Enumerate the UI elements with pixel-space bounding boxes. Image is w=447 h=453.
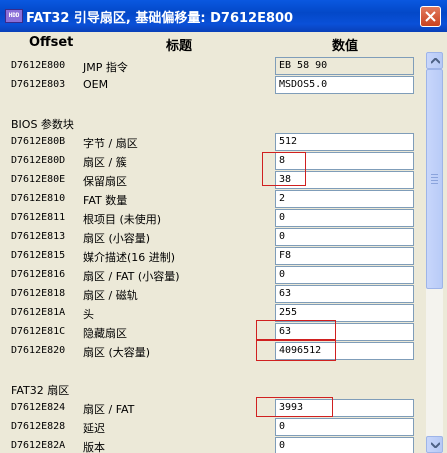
highlight-box-sectors-per-fat — [256, 397, 333, 417]
field-row: D7612E803 OEM MSDOS5.0 — [4, 76, 426, 95]
title-bar: HDD FAT32 引导扇区, 基础偏移量: D7612E800 — [0, 0, 447, 32]
field-title: 隐藏扇区 — [83, 327, 127, 340]
field-title: FAT 数量 — [83, 194, 128, 207]
field-row: D7612E820 扇区 (大容量) 4096512 — [4, 342, 426, 361]
field-value[interactable]: 2 — [275, 190, 414, 208]
field-title: 扇区 / FAT (小容量) — [83, 270, 180, 283]
close-icon — [425, 11, 436, 22]
field-title: 扇区 / 磁轨 — [83, 289, 138, 302]
field-row: D7612E818 扇区 / 磁轨 63 — [4, 285, 426, 304]
dialog-body: Offset 标题 数值 D7612E800 JMP 指令 EB 58 90 D… — [4, 32, 443, 453]
window-title: FAT32 引导扇区, 基础偏移量: D7612E800 — [26, 11, 294, 26]
field-value[interactable]: 0 — [275, 209, 414, 227]
field-offset: D7612E828 — [11, 421, 66, 432]
field-title: 根项目 (未使用) — [83, 213, 162, 226]
field-offset: D7612E824 — [11, 402, 66, 413]
field-row: D7612E810 FAT 数量 2 — [4, 190, 426, 209]
field-row: D7612E80D 扇区 / 簇 8 — [4, 152, 426, 171]
section-label-fat32: FAT32 扇区 — [11, 384, 70, 397]
field-row: D7612E813 扇区 (小容量) 0 — [4, 228, 426, 247]
field-offset: D7612E815 — [11, 250, 66, 261]
field-row: D7612E816 扇区 / FAT (小容量) 0 — [4, 266, 426, 285]
field-title: 扇区 / FAT — [83, 403, 135, 416]
field-offset: D7612E81C — [11, 326, 66, 337]
field-offset: D7612E800 — [11, 60, 66, 71]
scroll-down-arrow-icon — [431, 442, 440, 448]
field-row: D7612E811 根项目 (未使用) 0 — [4, 209, 426, 228]
field-value[interactable]: 0 — [275, 418, 414, 436]
field-offset: D7612E80D — [11, 155, 66, 166]
highlight-box-cluster-reserved — [262, 152, 306, 186]
field-offset: D7612E810 — [11, 193, 66, 204]
field-row: D7612E800 JMP 指令 EB 58 90 — [4, 57, 426, 76]
field-title: 扇区 / 簇 — [83, 156, 127, 169]
field-offset: D7612E80B — [11, 136, 66, 147]
field-title: 扇区 (大容量) — [83, 346, 151, 359]
field-value[interactable]: 0 — [275, 266, 414, 284]
scroll-up-button[interactable] — [426, 52, 443, 69]
field-value[interactable]: 512 — [275, 133, 414, 151]
field-offset: D7612E803 — [11, 79, 66, 90]
field-row: D7612E824 扇区 / FAT 3993 — [4, 399, 426, 418]
field-row: D7612E82A 版本 0 — [4, 437, 426, 453]
field-row: D7612E81C 隐藏扇区 63 — [4, 323, 426, 342]
field-offset: D7612E818 — [11, 288, 66, 299]
column-header: Offset 标题 数值 — [4, 32, 443, 54]
field-value[interactable]: EB 58 90 — [275, 57, 414, 75]
field-offset: D7612E816 — [11, 269, 66, 280]
field-title: 媒介描述(16 进制) — [83, 251, 176, 264]
scroll-up-arrow-icon — [431, 58, 440, 64]
field-offset: D7612E820 — [11, 345, 66, 356]
field-row: D7612E80B 字节 / 扇区 512 — [4, 133, 426, 152]
field-value[interactable]: MSDOS5.0 — [275, 76, 414, 94]
field-title: OEM — [83, 78, 109, 91]
field-offset: D7612E80E — [11, 174, 66, 185]
field-title: 延迟 — [83, 422, 105, 435]
field-row: D7612E80E 保留扇区 38 — [4, 171, 426, 190]
field-value[interactable]: F8 — [275, 247, 414, 265]
field-row: D7612E828 延迟 0 — [4, 418, 426, 437]
field-offset: D7612E813 — [11, 231, 66, 242]
field-row: D7612E815 媒介描述(16 进制) F8 — [4, 247, 426, 266]
disk-editor-icon: HDD — [5, 9, 23, 23]
field-row: D7612E81A 头 255 — [4, 304, 426, 323]
highlight-box-hidden-sectors — [256, 320, 336, 340]
field-title: 版本 — [83, 441, 105, 453]
column-header-offset: Offset — [29, 35, 74, 50]
field-offset: D7612E82A — [11, 440, 66, 451]
scroll-down-button[interactable] — [426, 436, 443, 453]
field-value[interactable]: 63 — [275, 285, 414, 303]
fields-list: D7612E800 JMP 指令 EB 58 90 D7612E803 OEM … — [4, 52, 426, 453]
field-value[interactable]: 0 — [275, 228, 414, 246]
field-value[interactable]: 0 — [275, 437, 414, 453]
field-offset: D7612E81A — [11, 307, 66, 318]
vertical-scrollbar[interactable] — [426, 52, 443, 453]
field-title: JMP 指令 — [83, 61, 128, 74]
scroll-thumb[interactable] — [426, 69, 443, 289]
field-title: 保留扇区 — [83, 175, 127, 188]
field-offset: D7612E811 — [11, 212, 66, 223]
field-title: 字节 / 扇区 — [83, 137, 138, 150]
field-title: 头 — [83, 308, 94, 321]
section-label-bios: BIOS 参数块 — [11, 118, 74, 131]
highlight-box-large-sectors — [256, 340, 336, 361]
close-button[interactable] — [420, 6, 441, 27]
field-title: 扇区 (小容量) — [83, 232, 151, 245]
